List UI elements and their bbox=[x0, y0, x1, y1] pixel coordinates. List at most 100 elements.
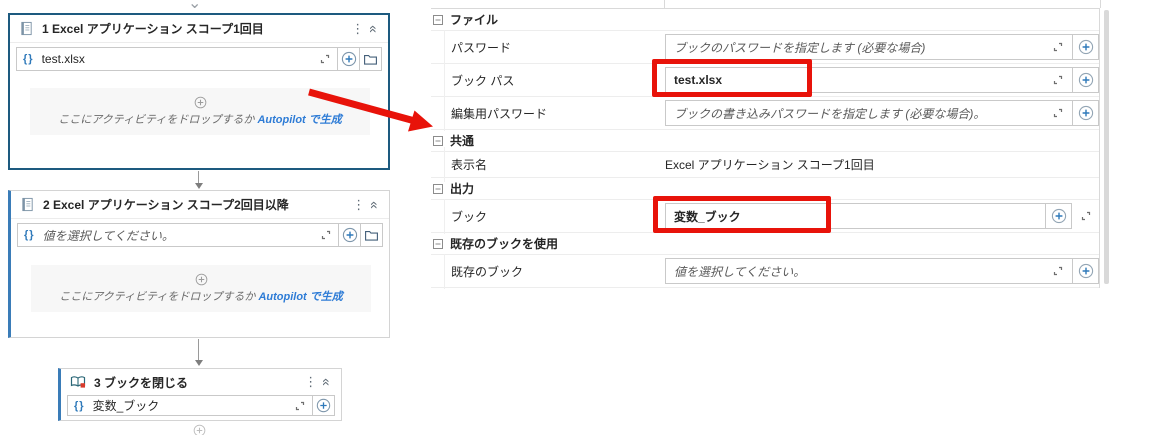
section-label: ファイル bbox=[450, 13, 499, 27]
property-row-workbook-output: ブック 変数_ブック bbox=[431, 198, 1099, 234]
grid-column-tick bbox=[664, 0, 665, 8]
plus-options-button[interactable] bbox=[337, 47, 360, 71]
workbook-path-row: {} 値を選択してください。 bbox=[17, 223, 383, 247]
property-row-workbook-path: ブック パス test.xlsx bbox=[431, 62, 1099, 98]
collapse-icon[interactable]: « bbox=[366, 23, 382, 35]
workbook-variable-value: 変数_ブック bbox=[92, 399, 160, 413]
plus-options-button[interactable] bbox=[1072, 100, 1099, 126]
circle-plus-icon bbox=[1078, 39, 1094, 55]
expand-editor-icon[interactable] bbox=[1052, 107, 1064, 119]
add-activity-plus-icon bbox=[194, 96, 207, 109]
property-label: ブック パス bbox=[431, 62, 665, 98]
property-label: パスワード bbox=[431, 29, 665, 65]
collapse-section-icon[interactable] bbox=[433, 15, 443, 25]
section-output[interactable]: 出力 bbox=[431, 178, 1099, 200]
section-label: 既存のブックを使用 bbox=[450, 237, 559, 251]
workbook-path-value: test.xlsx bbox=[41, 52, 85, 66]
section-use-existing-workbook[interactable]: 既存のブックを使用 bbox=[431, 233, 1099, 255]
expand-editor-icon[interactable] bbox=[320, 229, 332, 241]
expand-editor-icon[interactable] bbox=[1052, 74, 1064, 86]
autopilot-link[interactable]: Autopilot で生成 bbox=[258, 291, 342, 303]
activity-title: 3 ブックを閉じる bbox=[94, 375, 189, 390]
collapse-section-icon[interactable] bbox=[433, 239, 443, 249]
activity-header[interactable]: 1 Excel アプリケーション スコープ1回目 ⋮ « bbox=[10, 15, 388, 43]
close-workbook-icon bbox=[70, 374, 86, 390]
workbook-output-value: 変数_ブック bbox=[674, 209, 741, 224]
circle-plus-icon bbox=[1051, 208, 1067, 224]
chevron-down-icon[interactable]: ⌄ bbox=[188, 0, 201, 13]
browse-folder-button[interactable] bbox=[359, 47, 382, 71]
activity-title: 1 Excel アプリケーション スコープ1回目 bbox=[42, 22, 264, 36]
plus-options-button[interactable] bbox=[1072, 258, 1099, 284]
property-label: 表示名 bbox=[431, 147, 665, 182]
plus-options-button[interactable] bbox=[1072, 34, 1099, 60]
plus-options-button[interactable] bbox=[312, 395, 335, 416]
circle-plus-icon bbox=[1078, 105, 1094, 121]
workbook-variable-input[interactable]: {} 変数_ブック bbox=[67, 395, 313, 416]
collapse-icon[interactable]: « bbox=[367, 199, 383, 211]
activity-card-excel-scope-1[interactable]: 1 Excel アプリケーション スコープ1回目 ⋮ « {} test.xls… bbox=[8, 13, 390, 170]
workbook-path-input[interactable]: {} 値を選択してください。 bbox=[17, 223, 339, 247]
password-placeholder: ブックのパスワードを指定します (必要な場合) bbox=[674, 40, 926, 55]
expand-editor-button[interactable] bbox=[1072, 203, 1099, 229]
activity-drop-area[interactable]: ここにアクティビティをドロップするか Autopilot で生成 bbox=[31, 265, 371, 312]
circle-plus-icon bbox=[342, 227, 358, 243]
activity-header[interactable]: 3 ブックを閉じる ⋮ « bbox=[61, 369, 341, 395]
collapse-section-icon[interactable] bbox=[433, 184, 443, 194]
circle-plus-icon bbox=[1078, 263, 1094, 279]
display-name-value[interactable]: Excel アプリケーション スコープ1回目 bbox=[665, 156, 875, 173]
connector-arrow bbox=[194, 339, 203, 366]
section-common[interactable]: 共通 bbox=[431, 130, 1099, 152]
collapse-section-icon[interactable] bbox=[433, 136, 443, 146]
section-label: 共通 bbox=[450, 134, 475, 148]
expression-braces-icon: {} bbox=[74, 399, 85, 412]
activity-header[interactable]: 2 Excel アプリケーション スコープ2回目以降 ⋮ « bbox=[11, 191, 389, 219]
property-row-edit-password: 編集用パスワード ブックの書き込みパスワードを指定します (必要な場合)。 bbox=[431, 95, 1099, 131]
expand-editor-icon[interactable] bbox=[319, 53, 331, 65]
property-label: ブック bbox=[431, 198, 665, 234]
plus-options-button[interactable] bbox=[1045, 203, 1072, 229]
workbook-path-placeholder: 値を選択してください。 bbox=[42, 228, 174, 243]
excel-scope-icon bbox=[19, 21, 34, 36]
expand-editor-icon[interactable] bbox=[294, 400, 306, 412]
activity-card-excel-scope-2[interactable]: 2 Excel アプリケーション スコープ2回目以降 ⋮ « {} 値を選択して… bbox=[8, 190, 390, 338]
expand-editor-icon[interactable] bbox=[1052, 265, 1064, 277]
property-row-display-name: 表示名 Excel アプリケーション スコープ1回目 bbox=[431, 147, 1099, 182]
expand-editor-icon[interactable] bbox=[1052, 41, 1064, 53]
circle-plus-icon bbox=[341, 51, 357, 67]
edit-password-input[interactable]: ブックの書き込みパスワードを指定します (必要な場合)。 bbox=[665, 100, 1073, 126]
excel-scope-icon bbox=[20, 197, 35, 212]
add-activity-plus-icon bbox=[195, 273, 208, 286]
collapse-icon[interactable]: « bbox=[319, 376, 335, 388]
activity-drop-area[interactable]: ここにアクティビティをドロップするか Autopilot で生成 bbox=[30, 88, 370, 135]
add-activity-plus-icon[interactable] bbox=[193, 424, 206, 435]
password-input[interactable]: ブックのパスワードを指定します (必要な場合) bbox=[665, 34, 1073, 60]
plus-options-button[interactable] bbox=[1072, 67, 1099, 93]
workbook-variable-row: {} 変数_ブック bbox=[67, 395, 335, 416]
workbook-output-input[interactable]: 変数_ブック bbox=[665, 203, 1046, 229]
circle-plus-icon bbox=[1078, 72, 1094, 88]
folder-icon bbox=[363, 52, 378, 67]
drop-hint: ここにアクティビティをドロップするか Autopilot で生成 bbox=[58, 111, 342, 127]
grid-column-tick bbox=[1100, 0, 1101, 8]
section-file[interactable]: ファイル bbox=[431, 9, 1099, 31]
property-label: 編集用パスワード bbox=[431, 95, 665, 131]
properties-panel: ファイル パスワード ブックのパスワードを指定します (必要な場合) ブック パ… bbox=[431, 8, 1100, 289]
workbook-path-value: test.xlsx bbox=[674, 73, 723, 87]
property-row-password: パスワード ブックのパスワードを指定します (必要な場合) bbox=[431, 29, 1099, 65]
circle-plus-icon bbox=[316, 398, 331, 413]
workbook-path-input[interactable]: test.xlsx bbox=[665, 67, 1073, 93]
edit-password-placeholder: ブックの書き込みパスワードを指定します (必要な場合)。 bbox=[674, 106, 986, 121]
plus-options-button[interactable] bbox=[338, 223, 361, 247]
activity-card-close-workbook[interactable]: 3 ブックを閉じる ⋮ « {} 変数_ブック bbox=[58, 368, 342, 421]
vertical-scrollbar[interactable] bbox=[1104, 10, 1109, 284]
expression-braces-icon: {} bbox=[23, 53, 34, 65]
drop-hint: ここにアクティビティをドロップするか Autopilot で生成 bbox=[59, 288, 343, 304]
autopilot-link[interactable]: Autopilot で生成 bbox=[257, 114, 341, 126]
workbook-path-input[interactable]: {} test.xlsx bbox=[16, 47, 338, 71]
browse-folder-button[interactable] bbox=[360, 223, 383, 247]
drop-hint-text: ここにアクティビティをドロップするか bbox=[59, 291, 256, 303]
activity-title: 2 Excel アプリケーション スコープ2回目以降 bbox=[43, 198, 289, 212]
expression-braces-icon: {} bbox=[24, 229, 35, 241]
existing-workbook-input[interactable]: 値を選択してください。 bbox=[665, 258, 1073, 284]
